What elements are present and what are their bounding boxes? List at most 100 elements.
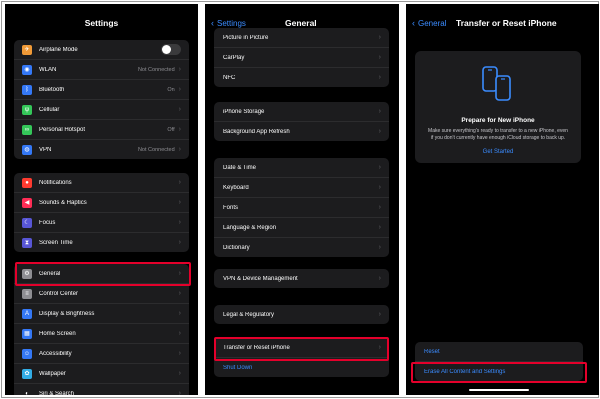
chevron-right-icon: › — [378, 224, 381, 231]
airplane-icon: ✈ — [22, 44, 32, 55]
settings-row-airplane-mode[interactable]: ✈ Airplane Mode — [14, 40, 189, 60]
general-row-nfc[interactable]: NFC › — [214, 68, 389, 87]
settings-row-control-center[interactable]: ≡ Control Center › — [14, 284, 189, 304]
row-label: Background App Refresh — [223, 128, 290, 135]
row-label: Sounds & Haptics — [39, 199, 87, 206]
image-frame: Settings ✈ Airplane Mode ◉ WLAN Not Connecte… — [1, 1, 599, 398]
chevron-right-icon: › — [378, 164, 381, 171]
chevron-left-icon: ‹ — [211, 18, 214, 28]
row-label: Personal Hotspot — [39, 126, 86, 133]
chevron-right-icon: › — [378, 184, 381, 191]
general-group-media: Picture in Picture › CarPlay › NFC › — [214, 28, 389, 87]
settings-row-accessibility[interactable]: ☺ Accessibility › — [14, 344, 189, 364]
settings-row-personal-hotspot[interactable]: ∞ Personal Hotspot Off › — [14, 120, 189, 140]
row-label: Fonts — [223, 204, 239, 211]
page-title: Transfer or Reset iPhone — [456, 18, 557, 28]
row-label: Screen Time — [39, 239, 73, 246]
settings-row-wallpaper[interactable]: ✿ Wallpaper › — [14, 364, 189, 384]
back-label: General — [418, 19, 447, 28]
settings-row-bluetooth[interactable]: ᛒ Bluetooth On › — [14, 80, 189, 100]
get-started-link[interactable]: Get Started — [415, 149, 581, 155]
chevron-right-icon: › — [378, 54, 381, 61]
grid-icon: ▦ — [22, 328, 32, 339]
general-row-fonts[interactable]: Fonts › — [214, 198, 389, 218]
general-group-locale: Date & Time › Keyboard › Fonts › Language & Re… — [214, 158, 389, 257]
chevron-right-icon: › — [378, 74, 381, 81]
erase-all-label: Erase All Content and Settings — [424, 368, 506, 375]
settings-row-cellular[interactable]: ψ Cellular › — [14, 100, 189, 120]
chevron-right-icon: › — [178, 126, 181, 133]
reset-label: Reset — [424, 348, 440, 355]
airplane-mode-toggle[interactable] — [161, 44, 181, 55]
back-label: Settings — [217, 19, 246, 28]
settings-row-sounds-and-haptics[interactable]: ◀ Sounds & Haptics › — [14, 193, 189, 213]
settings-row-screen-time[interactable]: ⧗ Screen Time › — [14, 233, 189, 252]
erase-all-row[interactable]: Erase All Content and Settings — [415, 362, 583, 381]
chevron-right-icon: › — [378, 204, 381, 211]
settings-row-display-and-brightness[interactable]: A Display & Brightness › — [14, 304, 189, 324]
general-row-picture-in-picture[interactable]: Picture in Picture › — [214, 28, 389, 48]
general-row-background-app-refresh[interactable]: Background App Refresh › — [214, 122, 389, 141]
row-label: Language & Region — [223, 224, 277, 231]
row-label: Airplane Mode — [39, 46, 78, 53]
bluetooth-icon: ᛒ — [22, 84, 32, 95]
reset-group: Reset Erase All Content and Settings — [415, 342, 583, 381]
speaker-icon: ◀ — [22, 197, 32, 208]
general-row-keyboard[interactable]: Keyboard › — [214, 178, 389, 198]
settings-screen: Settings ✈ Airplane Mode ◉ WLAN Not Connecte… — [5, 4, 198, 395]
chevron-right-icon: › — [178, 239, 181, 246]
chevron-right-icon: › — [178, 390, 181, 395]
row-label: Legal & Regulatory — [223, 311, 275, 318]
settings-group-general: ⚙ General › ≡ Control Center › A Display & Brig… — [14, 264, 189, 395]
chevron-right-icon: › — [178, 370, 181, 377]
phones-transfer-icon — [482, 66, 511, 101]
chevron-right-icon: › — [378, 128, 381, 135]
row-label: Keyboard — [223, 184, 249, 191]
chevron-right-icon: › — [378, 311, 381, 318]
chevron-right-icon: › — [378, 108, 381, 115]
chevron-right-icon: › — [378, 275, 381, 282]
reset-row[interactable]: Reset — [415, 342, 583, 362]
general-group-storage: iPhone Storage › Background App Refresh › — [214, 102, 389, 141]
general-row-vpn-and-device-management[interactable]: VPN & Device Management › — [214, 269, 389, 288]
general-row-language-and-region[interactable]: Language & Region › — [214, 218, 389, 238]
general-row-dictionary[interactable]: Dictionary › — [214, 238, 389, 257]
chevron-right-icon: › — [378, 344, 381, 351]
row-label: iPhone Storage — [223, 108, 265, 115]
settings-row-focus[interactable]: ☾ Focus › — [14, 213, 189, 233]
chevron-right-icon: › — [178, 270, 181, 277]
row-label: Shut Down — [223, 364, 253, 371]
general-row-carplay[interactable]: CarPlay › — [214, 48, 389, 68]
row-label: Date & Time — [223, 164, 257, 171]
chevron-right-icon: › — [178, 199, 181, 206]
general-row-shut-down[interactable]: Shut Down — [214, 358, 389, 377]
globe-icon: ◍ — [22, 144, 32, 155]
row-label: Wallpaper — [39, 370, 66, 377]
row-value: On — [167, 86, 175, 93]
general-group-transfer: Transfer or Reset iPhone › Shut Down — [214, 338, 389, 377]
settings-row-general[interactable]: ⚙ General › — [14, 264, 189, 284]
settings-row-siri-and-search[interactable]: ◐ Siri & Search › — [14, 384, 189, 395]
general-row-transfer-or-reset-iphone[interactable]: Transfer or Reset iPhone › — [214, 338, 389, 358]
general-group-vpn: VPN & Device Management › — [214, 269, 389, 288]
general-row-iphone-storage[interactable]: iPhone Storage › — [214, 102, 389, 122]
bell-icon: ● — [22, 177, 32, 188]
siri-icon: ◐ — [22, 388, 32, 395]
row-label: Accessibility — [39, 350, 72, 357]
settings-row-wlan[interactable]: ◉ WLAN Not Connected › — [14, 60, 189, 80]
row-label: CarPlay — [223, 54, 245, 61]
back-button[interactable]: ‹ Settings — [211, 18, 246, 28]
chevron-right-icon: › — [178, 219, 181, 226]
settings-row-vpn[interactable]: ◍ VPN Not Connected › — [14, 140, 189, 159]
settings-row-home-screen[interactable]: ▦ Home Screen › — [14, 324, 189, 344]
card-description: Make sure everything's ready to transfer… — [428, 128, 568, 141]
general-row-legal-and-regulatory[interactable]: Legal & Regulatory › — [214, 305, 389, 324]
chevron-right-icon: › — [178, 106, 181, 113]
chevron-right-icon: › — [378, 34, 381, 41]
general-row-date-and-time[interactable]: Date & Time › — [214, 158, 389, 178]
back-button[interactable]: ‹ General — [412, 18, 446, 28]
page-title: General — [285, 18, 317, 28]
text-size-icon: A — [22, 308, 32, 319]
chevron-right-icon: › — [178, 146, 181, 153]
settings-row-notifications[interactable]: ● Notifications › — [14, 173, 189, 193]
